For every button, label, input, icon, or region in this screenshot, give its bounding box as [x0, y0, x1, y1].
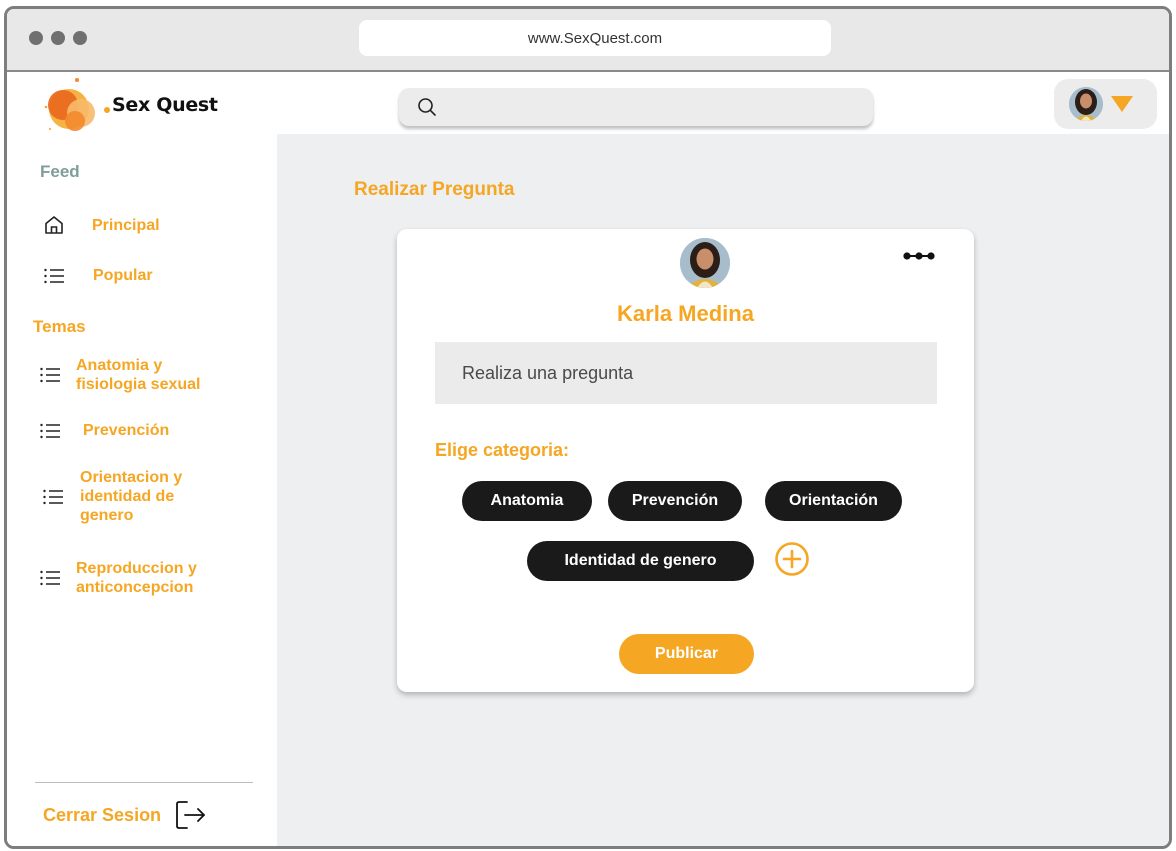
profile-menu-button[interactable]	[1054, 79, 1157, 129]
user-name: Karla Medina	[617, 301, 754, 326]
list-icon	[40, 570, 60, 586]
address-bar-url: www.SexQuest.com	[527, 29, 663, 47]
category-chip-label: Anatomia	[490, 492, 564, 509]
category-chip-orientacion[interactable]: Orientación	[765, 481, 902, 521]
category-chip-label: Orientación	[789, 492, 878, 509]
category-chip-prevencion[interactable]: Prevención	[608, 481, 742, 521]
sidebar-item-popular[interactable]: Popular	[44, 266, 153, 285]
category-chip-label: Identidad de genero	[564, 552, 717, 569]
sidebar-item-reproduccion[interactable]: Reproduccion y anticoncepcion	[40, 559, 250, 597]
sex-quest-logo-icon	[44, 78, 110, 131]
home-icon	[45, 216, 63, 234]
sidebar-item-anatomia[interactable]: Anatomia y fisiologia sexual	[40, 356, 240, 394]
sidebar-item-label: Principal	[92, 216, 160, 234]
window-controls	[29, 31, 87, 45]
sidebar-item-orientacion[interactable]: Orientacion y identidad de genero	[43, 468, 243, 525]
category-chip-anatomia[interactable]: Anatomia	[462, 481, 592, 521]
person-avatar-icon	[1069, 87, 1103, 121]
address-bar[interactable]: www.SexQuest.com	[359, 20, 831, 56]
person-avatar-icon	[680, 238, 730, 288]
question-input[interactable]	[435, 342, 937, 404]
question-card: Karla Medina Elige categoria: Anatomia P…	[397, 229, 974, 692]
sidebar-divider	[35, 782, 253, 783]
logout-label: Cerrar Sesion	[43, 804, 162, 825]
sidebar-item-label: Popular	[93, 267, 153, 284]
sidebar-item-label: Orientacion y identidad de genero	[80, 469, 183, 524]
sidebar-item-label: Reproduccion y anticoncepcion	[76, 560, 197, 596]
app-header: Sex Quest	[7, 74, 1169, 134]
list-icon	[40, 367, 60, 383]
list-icon	[44, 268, 64, 283]
chevron-down-icon	[1111, 96, 1133, 112]
search-input[interactable]	[447, 98, 847, 116]
sidebar-item-prevencion[interactable]: Prevención	[40, 421, 169, 440]
list-icon	[43, 489, 63, 504]
window-maximize-dot[interactable]	[73, 31, 87, 45]
publish-button[interactable]: Publicar	[619, 634, 754, 674]
logout-icon	[176, 801, 205, 829]
sidebar-item-label: Prevención	[83, 422, 170, 439]
category-chip-label: Prevención	[631, 492, 719, 509]
window-close-dot[interactable]	[29, 31, 43, 45]
category-label: Elige categoria:	[435, 440, 570, 460]
sidebar: Feed Principal Popular Temas Anatomia y …	[7, 134, 277, 846]
sidebar-item-label: Anatomia y fisiologia sexual	[76, 357, 201, 393]
browser-titlebar: www.SexQuest.com	[7, 9, 1169, 72]
search-bar[interactable]	[399, 88, 873, 126]
brand-name: Sex Quest	[112, 94, 218, 116]
sidebar-item-principal[interactable]: Principal	[43, 214, 160, 236]
list-icon	[40, 423, 60, 438]
page-title: Realizar Pregunta	[354, 179, 515, 200]
logout-button[interactable]: Cerrar Sesion	[43, 798, 207, 832]
topics-heading: Temas	[33, 317, 86, 336]
main-content: Realizar Pregunta Karla Medina Elige	[277, 134, 1169, 846]
user-avatar	[1069, 87, 1103, 121]
user-avatar	[680, 238, 730, 288]
window-minimize-dot[interactable]	[51, 31, 65, 45]
feed-heading: Feed	[40, 162, 80, 181]
add-category-icon[interactable]	[774, 541, 810, 577]
search-icon	[418, 98, 436, 116]
category-chip-identidad[interactable]: Identidad de genero	[527, 541, 754, 581]
more-options-icon[interactable]	[901, 249, 937, 263]
browser-window: www.SexQuest.com Sex Quest Feed Principa…	[4, 6, 1172, 849]
